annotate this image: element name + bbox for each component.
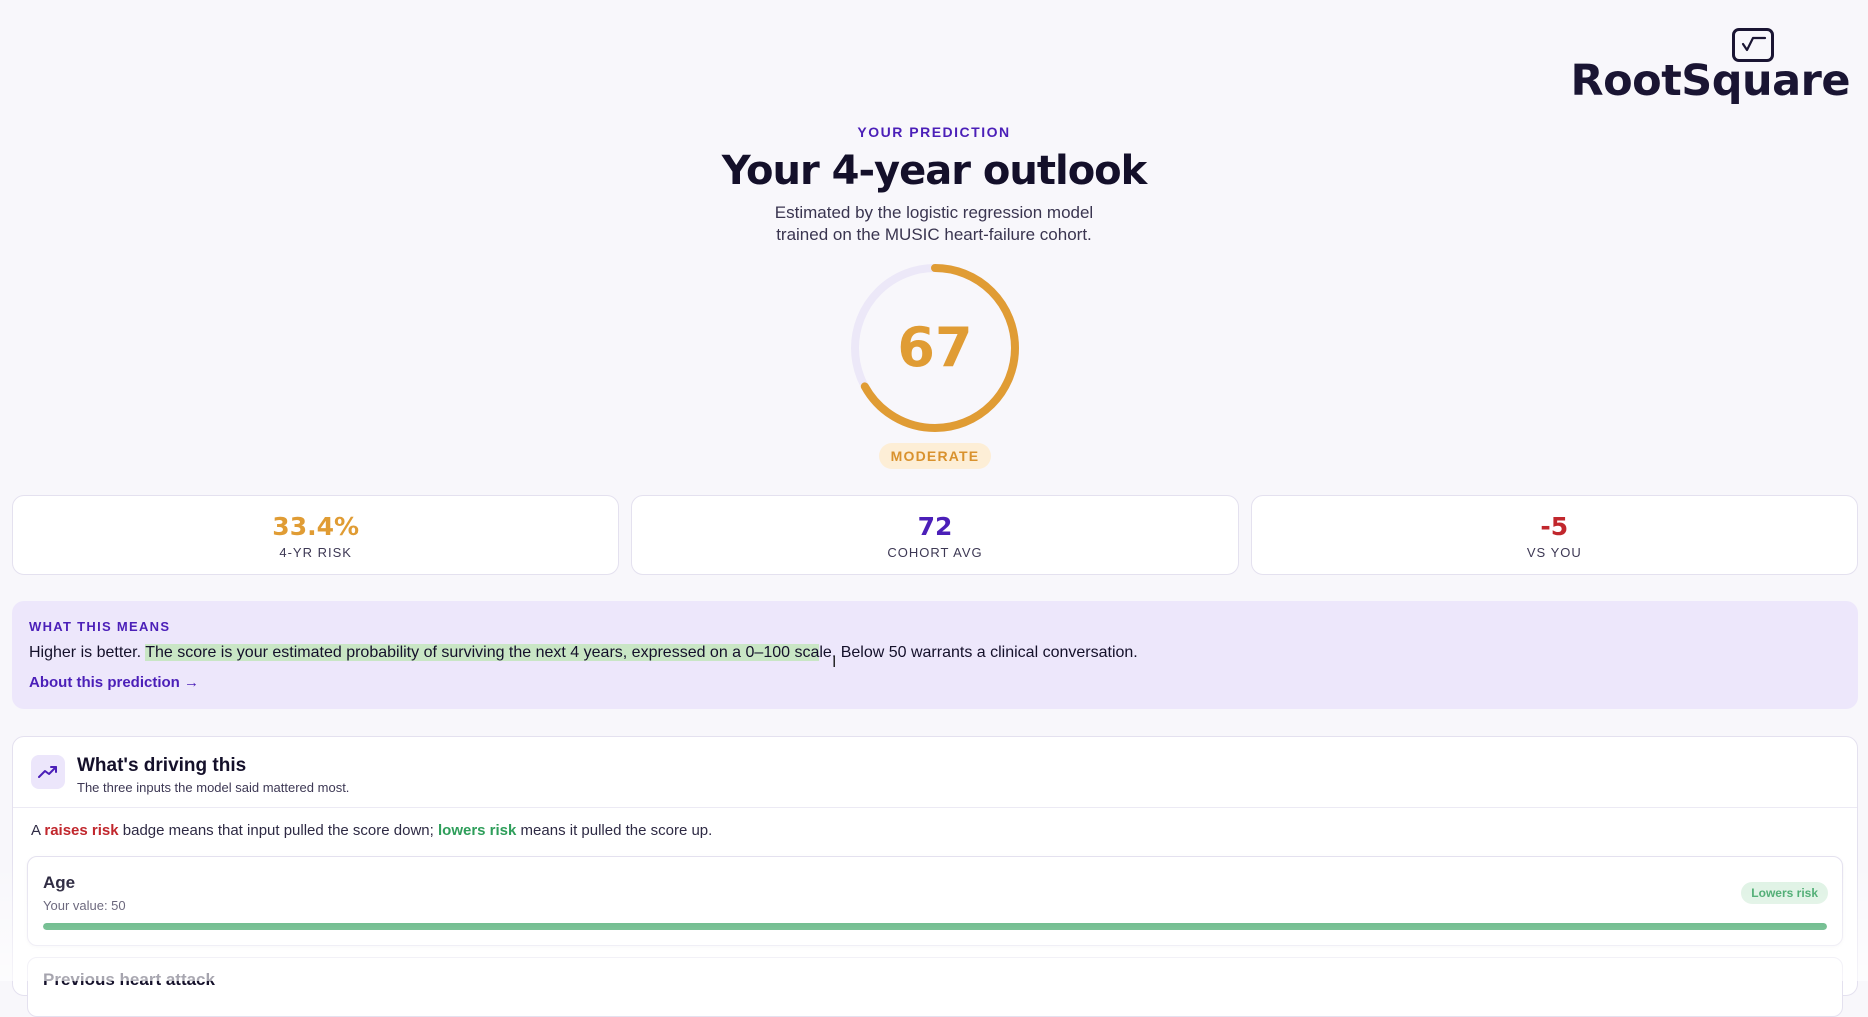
drivers-card: What's driving this The three inputs the… <box>12 736 1858 1017</box>
means-tail: le. Below 50 warrants a clinical convers… <box>819 644 1138 661</box>
stat-cards: 33.4% 4-YR RISK 72 COHORT AVG -5 VS YOU <box>12 495 1858 575</box>
score-value: 67 <box>897 316 973 379</box>
factor-name: Previous heart attack <box>43 970 215 989</box>
stat-card-diff: -5 VS YOU <box>1250 495 1858 575</box>
stat-value: 72 <box>917 512 953 541</box>
page-subtitle: Estimated by the logistic regression mod… <box>0 202 1868 246</box>
factor-bar-fill <box>43 923 1827 930</box>
drivers-subtitle: The three inputs the model said mattered… <box>77 780 350 795</box>
legend-lowers: lowers risk <box>437 822 517 839</box>
drivers-title: What's driving this <box>77 755 247 776</box>
factor-name: Age <box>43 873 76 892</box>
stat-label: COHORT AVG <box>887 545 983 560</box>
about-prediction-link[interactable]: About this prediction → <box>29 674 199 691</box>
factor-value: Your value: 50 <box>43 898 126 913</box>
chart-window-icon <box>1732 28 1774 62</box>
stat-value: -5 <box>1540 512 1569 541</box>
stat-label: 4-YR RISK <box>279 545 352 560</box>
text-cursor-icon: I <box>832 654 837 671</box>
legend-text: A <box>31 822 45 839</box>
what-this-means-panel: WHAT THIS MEANS Higher is better. The sc… <box>12 601 1858 709</box>
lowers-risk-badge: Lowers risk <box>1741 882 1828 904</box>
legend-text: means it pulled the score up. <box>516 822 713 839</box>
stat-value: 33.4% <box>272 512 360 541</box>
means-lead: Higher is better. <box>29 644 146 661</box>
drivers-header: What's driving this The three inputs the… <box>13 737 1857 808</box>
factor-row[interactable]: Age Your value: 50 Lowers risk <box>27 856 1843 946</box>
subtitle-line: trained on the MUSIC heart-failure cohor… <box>776 225 1092 244</box>
hero-section: YOUR PREDICTION Your 4-year outlook Esti… <box>0 124 1868 246</box>
page-title: Your 4-year outlook <box>721 148 1148 194</box>
risk-level-badge: MODERATE <box>879 443 991 469</box>
factor-row[interactable]: Previous heart attack <box>27 957 1843 1017</box>
means-eyebrow: WHAT THIS MEANS <box>29 619 171 634</box>
stat-label: VS YOU <box>1526 545 1582 560</box>
legend-raises: raises risk <box>44 822 119 839</box>
brand-name: RootSquare <box>1570 56 1851 106</box>
selected-text[interactable]: The score is your estimated probability … <box>145 644 820 661</box>
prediction-eyebrow: YOUR PREDICTION <box>857 124 1011 140</box>
drivers-legend: A raises risk badge means that input pul… <box>31 822 712 839</box>
subtitle-line: Estimated by the logistic regression mod… <box>774 203 1094 222</box>
means-text[interactable]: Higher is better. The score is your esti… <box>29 644 1841 662</box>
trending-up-icon <box>31 755 65 789</box>
brand-logo[interactable]: RootSquare <box>1570 26 1851 106</box>
legend-text: badge means that input pulled the score … <box>118 822 438 839</box>
stat-card-cohort: 72 COHORT AVG <box>631 495 1239 575</box>
stat-card-risk: 33.4% 4-YR RISK <box>12 495 620 575</box>
score-gauge: 67 <box>849 262 1021 434</box>
factor-bar-track <box>43 923 1827 930</box>
